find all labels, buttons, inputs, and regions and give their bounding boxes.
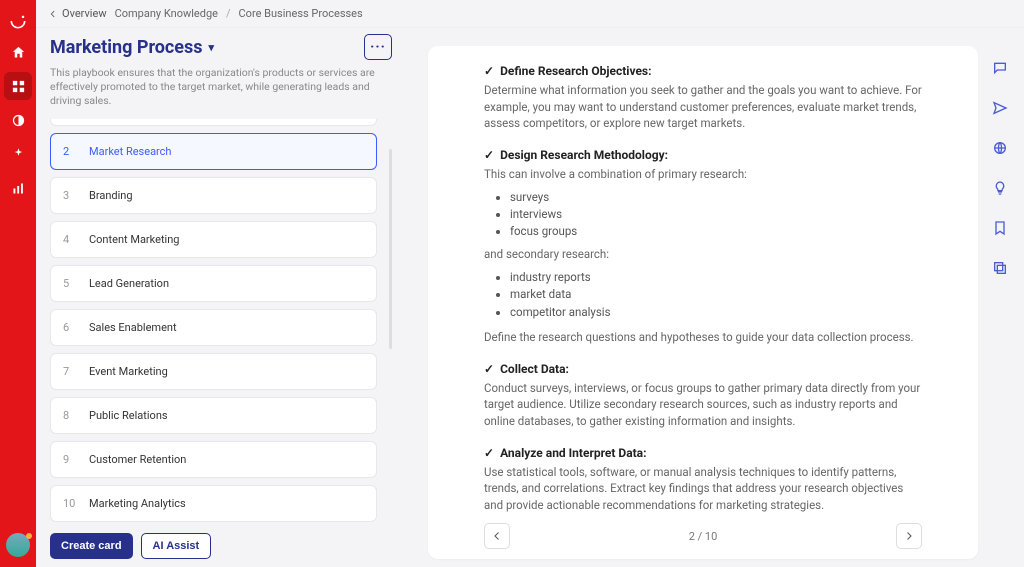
list-item-label: Lead Generation (89, 277, 169, 290)
check-icon: ✓ (484, 446, 494, 460)
app-rail (0, 0, 36, 567)
rail-dashboard-icon[interactable] (4, 72, 32, 100)
section-title: Design Research Methodology: (500, 148, 668, 162)
page-title-text: Marketing Process (50, 37, 203, 58)
content-area: ✓ Define Research Objectives: Determine w… (406, 28, 1024, 567)
section-text: Conduct surveys, interviews, or focus gr… (484, 380, 922, 430)
bookmark-icon[interactable] (990, 218, 1010, 238)
bullet-list: industry reports market data competitor … (484, 269, 922, 321)
breadcrumb-back[interactable]: Overview (48, 7, 107, 20)
list-item-label: Public Relations (89, 409, 168, 422)
list-item-num: 4 (63, 233, 77, 246)
list-item[interactable]: 6 Sales Enablement (50, 309, 377, 346)
app-logo-icon (7, 10, 29, 32)
list-item[interactable]: 10 Marketing Analytics (50, 485, 377, 522)
section-title: Collect Data: (500, 362, 569, 376)
section-text: Define the research questions and hypoth… (484, 329, 922, 346)
list-item-label: Content Marketing (89, 233, 179, 246)
comment-icon[interactable] (990, 58, 1010, 78)
list-item-label: Market Research (89, 145, 172, 158)
list-item-num: 3 (63, 189, 77, 202)
list-item-label: Sales Enablement (89, 321, 177, 334)
copy-icon[interactable] (990, 258, 1010, 278)
bullet: industry reports (510, 269, 922, 286)
doc-tool-rail (986, 46, 1014, 559)
list-item-num: 5 (63, 277, 77, 290)
nav-panel: Marketing Process ▾ ··· This playbook en… (36, 28, 406, 567)
rail-half-icon[interactable] (4, 106, 32, 134)
section-text: Determine what information you seek to g… (484, 82, 922, 132)
section-text: Use statistical tools, software, or manu… (484, 464, 922, 513)
rail-bars-icon[interactable] (4, 174, 32, 202)
list-item-label: Branding (89, 189, 133, 202)
section-title: Define Research Objectives: (500, 64, 651, 78)
list-item[interactable]: 5 Lead Generation (50, 265, 377, 302)
list-item-num: 7 (63, 365, 77, 378)
list-item-num: 6 (63, 321, 77, 334)
rail-avatar-icon[interactable] (6, 533, 30, 557)
rail-sparkle-icon[interactable] (4, 140, 32, 168)
check-icon: ✓ (484, 64, 494, 78)
list-item-num: 2 (63, 145, 77, 158)
list-item[interactable]: 9 Customer Retention (50, 441, 377, 478)
list-item[interactable]: 7 Event Marketing (50, 353, 377, 390)
ai-assist-button[interactable]: AI Assist (141, 533, 212, 559)
breadcrumb: Overview Company Knowledge / Core Busine… (36, 0, 1024, 28)
check-icon: ✓ (484, 362, 494, 376)
check-icon: ✓ (484, 148, 494, 162)
breadcrumb-back-label: Overview (62, 7, 107, 20)
next-button[interactable] (896, 523, 922, 549)
list-item-num: 10 (63, 497, 77, 510)
rail-home-icon[interactable] (4, 38, 32, 66)
workspace: Marketing Process ▾ ··· This playbook en… (36, 28, 1024, 567)
section-text: This can involve a combination of primar… (484, 166, 922, 183)
section: ✓ Design Research Methodology: This can i… (484, 148, 922, 346)
bullet: surveys (510, 189, 922, 206)
page-description: This playbook ensures that the organizat… (50, 66, 392, 109)
bullet-list: surveys interviews focus groups (484, 189, 922, 241)
list-item[interactable]: 2 Market Research (50, 133, 377, 170)
section-title: Analyze and Interpret Data: (500, 446, 646, 460)
bullet: competitor analysis (510, 304, 922, 321)
main-area: Overview Company Knowledge / Core Busine… (36, 0, 1024, 567)
section: ✓ Collect Data: Conduct surveys, intervie… (484, 362, 922, 430)
list-item-label: Marketing Analytics (89, 497, 186, 510)
section: ✓ Analyze and Interpret Data: Use statist… (484, 446, 922, 513)
list-item-label: Event Marketing (89, 365, 168, 378)
list-item[interactable]: 8 Public Relations (50, 397, 377, 434)
bullet: market data (510, 286, 922, 303)
send-icon[interactable] (990, 98, 1010, 118)
page-title[interactable]: Marketing Process ▾ (50, 37, 214, 58)
bullet: focus groups (510, 223, 922, 240)
list-item[interactable]: 3 Branding (50, 177, 377, 214)
breadcrumb-level1[interactable]: Company Knowledge (115, 7, 218, 20)
chevron-down-icon: ▾ (209, 41, 215, 54)
scrollbar[interactable] (389, 149, 392, 349)
document-body: ✓ Define Research Objectives: Determine w… (484, 64, 922, 513)
pager-label: 2 / 10 (689, 530, 718, 543)
breadcrumb-level2[interactable]: Core Business Processes (239, 7, 363, 20)
bulb-icon[interactable] (990, 178, 1010, 198)
section-text: and secondary research: (484, 246, 922, 263)
list-item-num: 9 (63, 453, 77, 466)
breadcrumb-sep: / (226, 7, 231, 20)
list-item[interactable]: 4 Content Marketing (50, 221, 377, 258)
list-item[interactable] (50, 119, 377, 126)
document-card: ✓ Define Research Objectives: Determine w… (428, 46, 978, 559)
bullet: interviews (510, 206, 922, 223)
more-button[interactable]: ··· (364, 34, 392, 60)
list-item-label: Customer Retention (89, 453, 186, 466)
prev-button[interactable] (484, 523, 510, 549)
card-list: 2 Market Research 3 Branding 4 Content M… (50, 119, 381, 523)
pager: 2 / 10 (484, 513, 922, 549)
list-item-num: 8 (63, 409, 77, 422)
create-card-button[interactable]: Create card (50, 533, 133, 559)
section: ✓ Define Research Objectives: Determine w… (484, 64, 922, 132)
globe-icon[interactable] (990, 138, 1010, 158)
